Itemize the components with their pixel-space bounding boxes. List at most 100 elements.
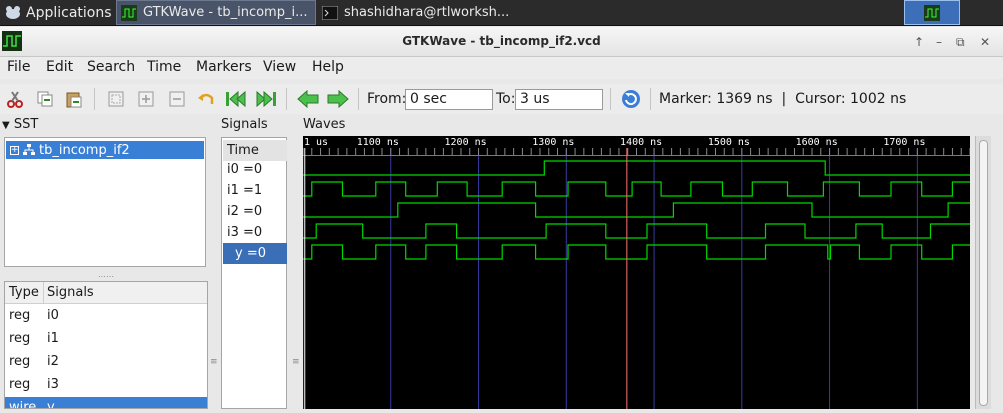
trace-i3 [303, 223, 970, 239]
copy-icon[interactable] [33, 88, 57, 110]
menu-time[interactable]: Time [147, 59, 181, 75]
next-edge-icon[interactable] [326, 88, 350, 110]
time-tick-label: 1100 ns [357, 137, 399, 148]
time-tick-label: 1500 ns [708, 137, 750, 148]
table-header: Type Signals [5, 282, 207, 304]
menu-view[interactable]: View [263, 59, 296, 75]
expander-plus-icon[interactable]: + [10, 145, 19, 155]
close-icon[interactable]: ✕ [980, 35, 990, 49]
signal-row[interactable]: y =0 [223, 243, 287, 264]
collapse-triangle-icon: ▼ [2, 120, 10, 131]
taskbar-task-gtkwave[interactable]: GTKWave - tb_incomp_i... [116, 0, 316, 25]
time-tick-label: 1 us [304, 137, 328, 148]
signal-row[interactable]: i1 =1 [223, 180, 287, 201]
table-row[interactable]: reg i3 [5, 374, 207, 397]
column-header-type[interactable]: Type [9, 285, 39, 300]
zoom-end-icon[interactable] [254, 88, 278, 110]
menu-edit[interactable]: Edit [46, 59, 73, 75]
trace-i2 [303, 202, 970, 218]
table-row[interactable]: reg i2 [5, 351, 207, 374]
applications-label: Applications [26, 4, 112, 21]
pane-splitter[interactable]: ≡ [210, 357, 218, 367]
signals-list: Time i0 =0 i1 =1 i2 =0 i3 =0 y =0 [221, 137, 287, 409]
trace-i0 [303, 160, 970, 176]
from-input[interactable]: 0 sec [405, 89, 493, 110]
pane-splitter[interactable]: …… [98, 270, 114, 279]
zoom-start-icon[interactable] [224, 88, 248, 110]
signals-type-table: Type Signals reg i0 reg i1 reg i2 reg i3… [4, 281, 208, 409]
toolbar: From: 0 sec To: 3 us Marker: 1369 ns | C… [0, 84, 1003, 114]
table-row[interactable]: reg i1 [5, 328, 207, 351]
undo-icon[interactable] [194, 88, 218, 110]
menu-search[interactable]: Search [87, 59, 135, 75]
taskbar-task-label: shashidhara@rtlworksh... [344, 5, 510, 20]
marker-cursor-readout: Marker: 1369 ns | Cursor: 1002 ns [659, 91, 907, 107]
window-title: GTKWave - tb_incomp_if2.vcd [402, 34, 601, 48]
waveform-svg: 1 us 1100 ns 1200 ns 1300 ns 1400 ns 1500 ns 1… [302, 137, 971, 409]
row-signal: i3 [47, 377, 59, 392]
waves-header: Waves [303, 117, 346, 132]
window-titlebar: GTKWave - tb_incomp_if2.vcd ↑ – ⧉ ✕ [0, 27, 1003, 57]
gtkwave-icon [121, 4, 137, 21]
paste-icon[interactable] [62, 88, 86, 110]
sst-header[interactable]: ▼ SST [2, 117, 38, 132]
mouse-logo-icon [6, 5, 20, 19]
zoom-in-icon[interactable] [134, 88, 158, 110]
taskbar-task-label: GTKWave - tb_incomp_i... [143, 5, 308, 20]
toolbar-separator [286, 88, 287, 110]
applications-menu-button[interactable]: Applications [0, 0, 114, 25]
signal-row[interactable]: i0 =0 [223, 159, 287, 180]
time-tick-label: 1700 ns [883, 137, 925, 148]
roll-up-icon[interactable]: ↑ [914, 35, 924, 49]
from-label: From: [367, 91, 407, 107]
toolbar-separator [650, 88, 651, 110]
toolbar-separator [358, 88, 359, 110]
to-label: To: [496, 91, 516, 107]
sst-tree-label: tb_incomp_if2 [39, 142, 130, 158]
time-tick-label: 1300 ns [532, 137, 574, 148]
row-signal: y [47, 400, 55, 409]
toolbar-separator [610, 88, 611, 110]
minimize-icon[interactable]: – [936, 35, 942, 49]
pane-splitter[interactable]: ≡ [292, 357, 300, 367]
zoom-fit-icon[interactable] [104, 88, 128, 110]
menu-markers[interactable]: Markers [196, 59, 252, 75]
gtkwave-icon [924, 4, 940, 21]
row-type: reg [9, 308, 31, 323]
workspace-pager[interactable] [904, 0, 960, 25]
cut-icon[interactable] [3, 88, 27, 110]
table-row[interactable]: reg i0 [5, 305, 207, 328]
restore-icon[interactable]: ⧉ [956, 35, 965, 50]
menu-help[interactable]: Help [312, 59, 344, 75]
row-signal: i1 [47, 331, 59, 346]
toolbar-separator [94, 88, 95, 110]
time-tick-label: 1600 ns [796, 137, 838, 148]
row-type: wire [9, 400, 37, 409]
trace-y [303, 244, 970, 260]
row-type: reg [9, 377, 31, 392]
row-signal: i0 [47, 308, 59, 323]
sst-title: SST [13, 117, 39, 132]
time-tick-label: 1400 ns [620, 137, 662, 148]
scrollbar-thumb[interactable] [979, 140, 988, 406]
column-header-signals[interactable]: Signals [47, 285, 94, 300]
signal-row[interactable]: i2 =0 [223, 201, 287, 222]
menu-bar: File Edit Search Time Markers View Help [0, 57, 1003, 79]
zoom-out-icon[interactable] [165, 88, 189, 110]
prev-edge-icon[interactable] [296, 88, 320, 110]
sst-tree: + tb_incomp_if2 [4, 137, 206, 267]
trace-i1 [303, 181, 970, 197]
row-type: reg [9, 331, 31, 346]
vertical-scrollbar[interactable] [975, 136, 991, 409]
menu-file[interactable]: File [7, 59, 30, 75]
table-row[interactable]: wire y [5, 397, 207, 409]
row-type: reg [9, 354, 31, 369]
to-input[interactable]: 3 us [515, 89, 603, 110]
sst-tree-item[interactable]: + tb_incomp_if2 [6, 141, 204, 159]
taskbar-task-terminal[interactable]: shashidhara@rtlworksh... [318, 0, 518, 25]
taskbar: Applications GTKWave - tb_incomp_i... sh… [0, 0, 1003, 26]
reload-icon[interactable] [619, 88, 643, 110]
signal-row[interactable]: i3 =0 [223, 222, 287, 243]
waveform-canvas[interactable]: 1 us 1100 ns 1200 ns 1300 ns 1400 ns 1500 ns 1… [302, 136, 971, 409]
module-hierarchy-icon [23, 144, 35, 155]
